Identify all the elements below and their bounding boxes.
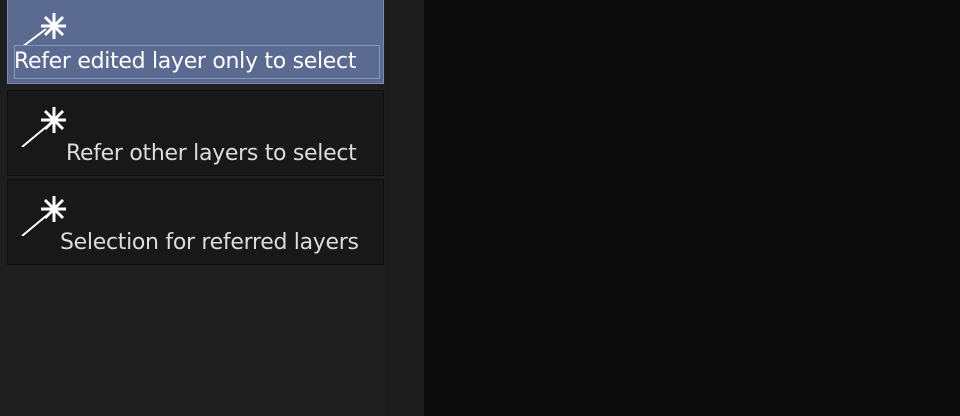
panel-divider[interactable] xyxy=(386,0,424,416)
canvas-area[interactable] xyxy=(424,0,960,416)
sub-tool-label: Refer edited layer only to select xyxy=(14,49,357,74)
sub-tool-item-refer-other-layers[interactable]: Refer other layers to select xyxy=(7,90,384,176)
magic-wand-icon xyxy=(21,196,66,236)
sub-tool-label: Refer other layers to select xyxy=(66,141,357,166)
sub-tool-item-refer-edited-layer[interactable]: Refer edited layer only to select xyxy=(7,0,384,84)
sub-tool-panel: Refer edited layer only to select Refer … xyxy=(0,0,386,416)
sub-tool-label: Selection for referred layers xyxy=(60,230,359,255)
sub-tool-item-selection-referred[interactable]: Selection for referred layers xyxy=(7,179,384,265)
magic-wand-icon xyxy=(21,107,66,147)
